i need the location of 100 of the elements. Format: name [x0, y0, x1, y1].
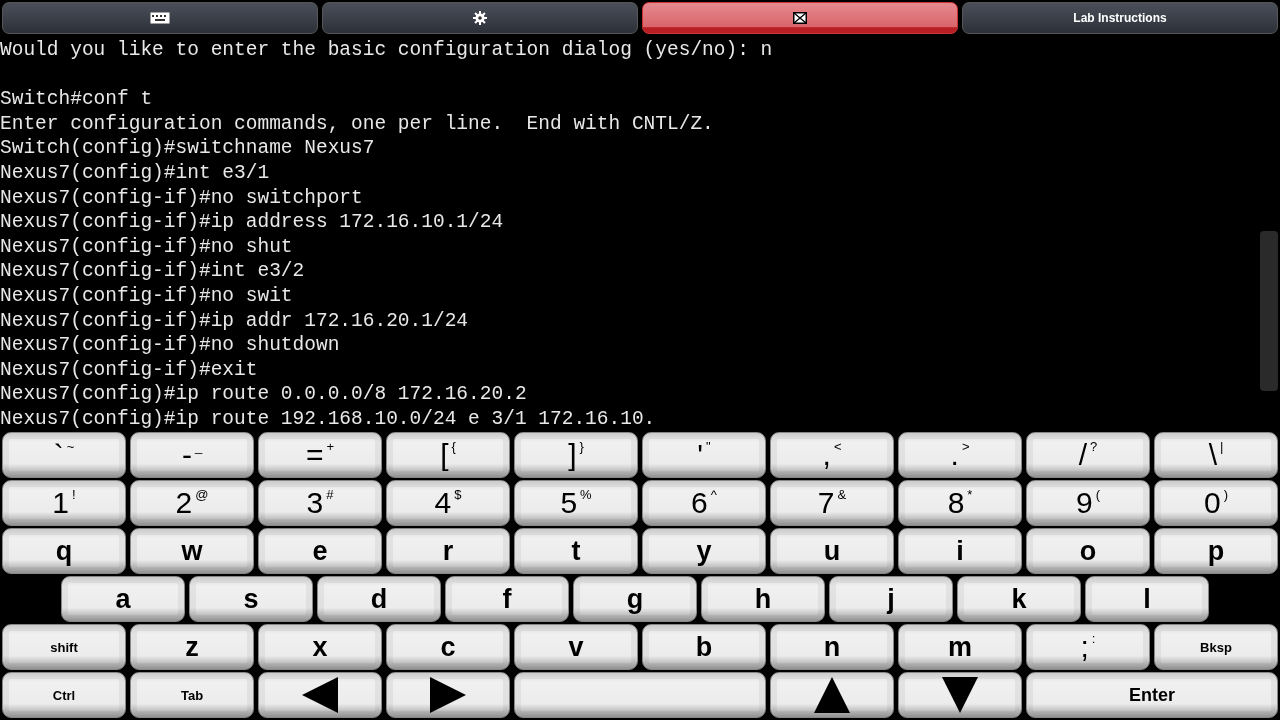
keyboard-key[interactable]: [{ [386, 432, 510, 478]
scrollbar-thumb[interactable] [1260, 231, 1278, 391]
right-triangle-icon [430, 677, 466, 713]
shift-legend: $ [454, 487, 462, 502]
shift-legend: ( [1095, 487, 1100, 502]
left-triangle-icon [302, 677, 338, 713]
keyboard-key[interactable]: y [642, 528, 766, 574]
terminal-line: Nexus7(config-if)#no shutdown [0, 333, 341, 358]
terminal-line: Nexus7(config-if)#ip addr 172.16.20.1/24 [0, 308, 470, 334]
keyboard-key[interactable]: w [130, 528, 254, 574]
terminal-line: Nexus7(config-if)#no switchport [0, 185, 364, 211]
arrow-key[interactable] [770, 672, 894, 718]
enter-key[interactable]: Enter [1026, 672, 1278, 718]
keyboard-key[interactable]: d [317, 576, 441, 622]
terminal-line: Would you like to enter the basic configuration dialog (yes/no): n [0, 38, 774, 63]
arrow-key[interactable] [258, 672, 382, 718]
keyboard-key[interactable]: 3# [258, 480, 382, 526]
terminal-line: Nexus7(config-if)#ip address 172.16.10.1/24 [0, 210, 505, 235]
keyboard-key[interactable]: .> [898, 432, 1022, 478]
terminal-line: Nexus7(config)#ip route 0.0.0.0/8 172.16.20.2 [0, 382, 528, 407]
keyboard-key[interactable]: 7& [770, 480, 894, 526]
keyboard-key[interactable]: -_ [130, 432, 254, 478]
shift-legend: > [961, 439, 970, 454]
shift-legend: ^ [710, 487, 717, 502]
keyboard-key[interactable]: ]} [514, 432, 638, 478]
keyboard-key[interactable]: j [829, 576, 953, 622]
keyboard-key[interactable]: t [514, 528, 638, 574]
shift-legend: + [326, 439, 335, 454]
keyboard-key[interactable]: `~ [2, 432, 126, 478]
shift-legend: ! [72, 487, 76, 502]
keyboard-key[interactable]: Tab [130, 672, 254, 718]
keyboard-key[interactable]: a [61, 576, 185, 622]
toolbar-tab[interactable] [2, 2, 318, 34]
keyboard-key[interactable]: 2@ [130, 480, 254, 526]
keyboard-key[interactable]: u [770, 528, 894, 574]
keyboard-key[interactable]: \| [1154, 432, 1278, 478]
shift-legend: & [837, 487, 847, 502]
shift-legend: } [579, 439, 584, 454]
keyboard-key[interactable]: n [770, 624, 894, 670]
keyboard-key[interactable]: p [1154, 528, 1278, 574]
keyboard-key[interactable]: l [1085, 576, 1209, 622]
gear-icon [473, 11, 487, 25]
keyboard-key[interactable]: z [130, 624, 254, 670]
terminal-line: Switch(config)#switchname Nexus7 [0, 136, 376, 161]
keyboard-key[interactable]: h [701, 576, 825, 622]
keyboard-key[interactable]: Bksp [1154, 624, 1278, 670]
shift-legend: # [326, 487, 334, 502]
toolbar-tab[interactable] [642, 2, 958, 34]
keyboard-key[interactable]: 6^ [642, 480, 766, 526]
keyboard-key[interactable]: /? [1026, 432, 1150, 478]
terminal-line: Enter configuration commands, one per line. End with CNTL/Z. [0, 111, 715, 137]
keyboard-key[interactable]: 0) [1154, 480, 1278, 526]
keyboard-key[interactable]: q [2, 528, 126, 574]
terminal-line: Nexus7(config-if)#no shut [0, 234, 294, 260]
terminal-line: Switch#conf t [0, 87, 154, 112]
toolbar-tab[interactable]: Lab Instructions [962, 2, 1278, 34]
keyboard-key[interactable]: e [258, 528, 382, 574]
keyboard-key[interactable]: '" [642, 432, 766, 478]
keyboard-key[interactable]: o [1026, 528, 1150, 574]
shift-legend: | [1219, 439, 1224, 454]
shift-legend: < [833, 439, 842, 454]
up-triangle-icon [814, 677, 850, 713]
shift-legend: % [580, 487, 592, 502]
shift-legend: { [451, 439, 456, 454]
terminal-line: Nexus7(config-if)#int e3/2 [0, 259, 306, 284]
keyboard-key[interactable]: ,< [770, 432, 894, 478]
terminal-line: Nexus7(config-if)#exit [0, 357, 259, 383]
envelope-icon [793, 12, 807, 24]
keyboard-key[interactable]: shift [2, 624, 126, 670]
keyboard-key[interactable]: 5% [514, 480, 638, 526]
shift-legend: @ [195, 487, 209, 502]
keyboard-key[interactable]: s [189, 576, 313, 622]
keyboard-key[interactable]: c [386, 624, 510, 670]
terminal-line: Nexus7(config)#int e3/1 [0, 160, 271, 186]
keyboard-key[interactable]: 1! [2, 480, 126, 526]
keyboard-key[interactable]: m [898, 624, 1022, 670]
arrow-key[interactable] [386, 672, 510, 718]
keyboard-key[interactable]: 8* [898, 480, 1022, 526]
shift-legend: * [967, 487, 973, 502]
arrow-key[interactable] [898, 672, 1022, 718]
keyboard-key[interactable]: i [898, 528, 1022, 574]
keyboard-key[interactable]: ;: [1026, 624, 1150, 670]
keyboard-key[interactable]: Ctrl [2, 672, 126, 718]
keyboard-key[interactable]: 9( [1026, 480, 1150, 526]
keyboard-key[interactable]: f [445, 576, 569, 622]
keyboard-key[interactable]: r [386, 528, 510, 574]
keyboard-key[interactable]: v [514, 624, 638, 670]
keyboard-key[interactable]: x [258, 624, 382, 670]
shift-legend: ~ [66, 439, 75, 454]
terminal-line: Nexus7(config)#ip route 192.168.10.0/24 e 3/1 172.16.10. [0, 406, 657, 430]
keyboard-key[interactable]: g [573, 576, 697, 622]
keyboard-key[interactable]: k [957, 576, 1081, 622]
shift-legend: ? [1090, 439, 1098, 454]
keyboard-key[interactable]: b [642, 624, 766, 670]
keyboard-key[interactable]: 4$ [386, 480, 510, 526]
shift-legend: ) [1223, 487, 1228, 502]
shift-legend: _ [194, 439, 203, 454]
toolbar-tab[interactable] [322, 2, 638, 34]
keyboard-key[interactable]: =+ [258, 432, 382, 478]
shift-legend: " [706, 439, 711, 454]
